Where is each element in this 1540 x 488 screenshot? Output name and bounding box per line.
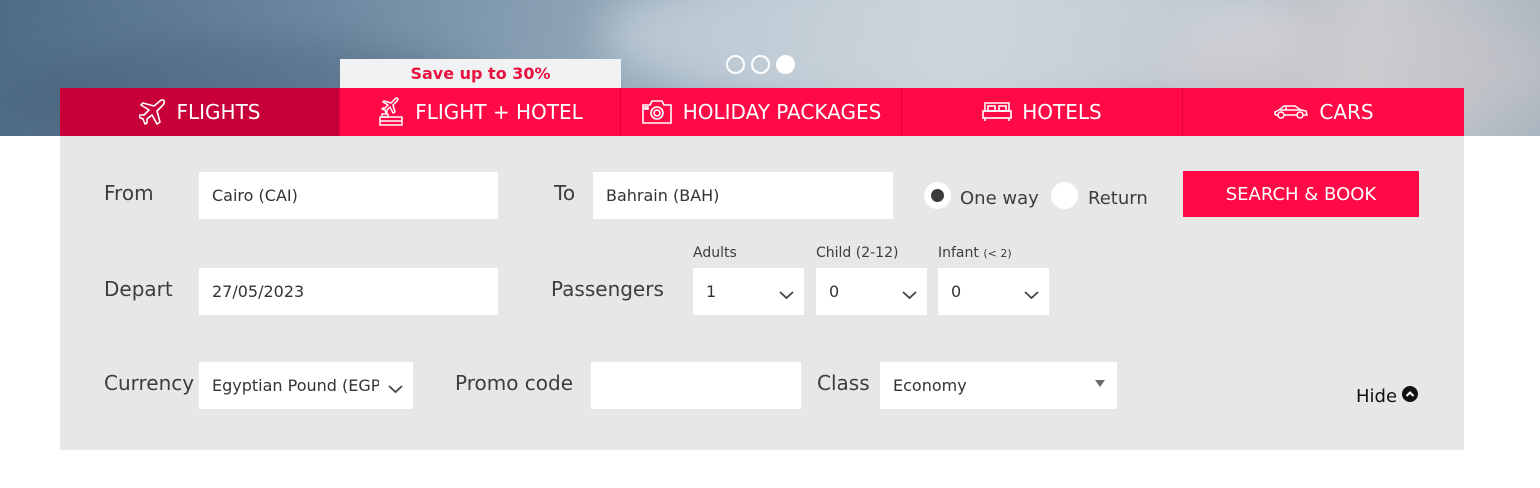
to-label: To <box>554 181 576 205</box>
chevron-down-icon <box>1024 285 1039 304</box>
search-panel: From To One way Return SEARCH & BOOK Dep… <box>60 136 1464 450</box>
promo-tag: Save up to 30% <box>340 59 621 88</box>
class-value: Economy <box>893 376 967 395</box>
tab-label: CARS <box>1319 100 1374 124</box>
currency-label: Currency <box>104 371 195 395</box>
carousel-dots <box>726 55 795 74</box>
infant-age-hint: (< 2) <box>983 247 1012 260</box>
infant-label-text: Infant <box>938 245 979 261</box>
infant-label: Infant (< 2) <box>938 246 1012 260</box>
from-field[interactable] <box>199 172 498 219</box>
currency-value: Egyptian Pound (EGP) <box>212 376 379 395</box>
chevron-down-icon <box>902 285 917 304</box>
carousel-dot-1[interactable] <box>726 55 745 74</box>
to-input[interactable] <box>606 186 880 205</box>
caret-down-icon <box>1095 380 1105 387</box>
child-select[interactable]: 0 <box>816 268 927 315</box>
tab-holiday-packages[interactable]: HOLIDAY PACKAGES <box>621 88 902 136</box>
class-label: Class <box>817 371 870 395</box>
tab-label: HOTELS <box>1022 100 1102 124</box>
plane-hotel-icon <box>377 97 405 127</box>
promo-code-field[interactable] <box>591 362 801 409</box>
bed-icon <box>982 101 1013 123</box>
adults-label: Adults <box>693 245 737 261</box>
tab-flights[interactable]: FLIGHTS <box>60 88 340 136</box>
depart-label: Depart <box>104 277 173 301</box>
tab-label: HOLIDAY PACKAGES <box>682 100 882 124</box>
child-label: Child (2-12) <box>816 245 899 261</box>
one-way-radio[interactable] <box>924 182 951 209</box>
car-icon <box>1273 103 1309 121</box>
carousel-dot-2[interactable] <box>751 55 770 74</box>
product-tabs: FLIGHTS FLIGHT + HOTEL HOLIDAY PACKAGES <box>60 88 1464 136</box>
chevron-up-circle-icon <box>1402 386 1419 407</box>
promo-code-label: Promo code <box>455 371 574 395</box>
class-select[interactable]: Economy <box>880 362 1117 409</box>
adults-select[interactable]: 1 <box>693 268 804 315</box>
depart-input[interactable] <box>212 282 485 301</box>
tab-label: FLIGHT + HOTEL <box>415 100 583 124</box>
carousel-dot-3[interactable] <box>776 55 795 74</box>
infant-select[interactable]: 0 <box>938 268 1049 315</box>
tab-label: FLIGHTS <box>176 100 261 124</box>
to-field[interactable] <box>593 172 893 219</box>
tab-cars[interactable]: CARS <box>1183 88 1464 136</box>
return-radio[interactable] <box>1051 182 1078 209</box>
search-book-button[interactable]: SEARCH & BOOK <box>1183 171 1419 217</box>
from-input[interactable] <box>212 186 485 205</box>
chevron-down-icon <box>388 379 403 398</box>
return-label: Return <box>1088 188 1148 209</box>
depart-field[interactable] <box>199 268 498 315</box>
one-way-label: One way <box>960 188 1039 209</box>
tab-flight-hotel[interactable]: FLIGHT + HOTEL <box>340 88 621 136</box>
plane-icon <box>138 98 167 126</box>
hide-toggle[interactable]: Hide <box>1356 386 1419 407</box>
camera-icon <box>641 99 673 125</box>
passengers-label: Passengers <box>551 277 664 301</box>
hide-label: Hide <box>1356 386 1398 407</box>
from-label: From <box>104 181 154 205</box>
promo-code-input[interactable] <box>604 376 788 395</box>
chevron-down-icon <box>779 285 794 304</box>
currency-select[interactable]: Egyptian Pound (EGP) <box>199 362 413 409</box>
tab-hotels[interactable]: HOTELS <box>902 88 1183 136</box>
